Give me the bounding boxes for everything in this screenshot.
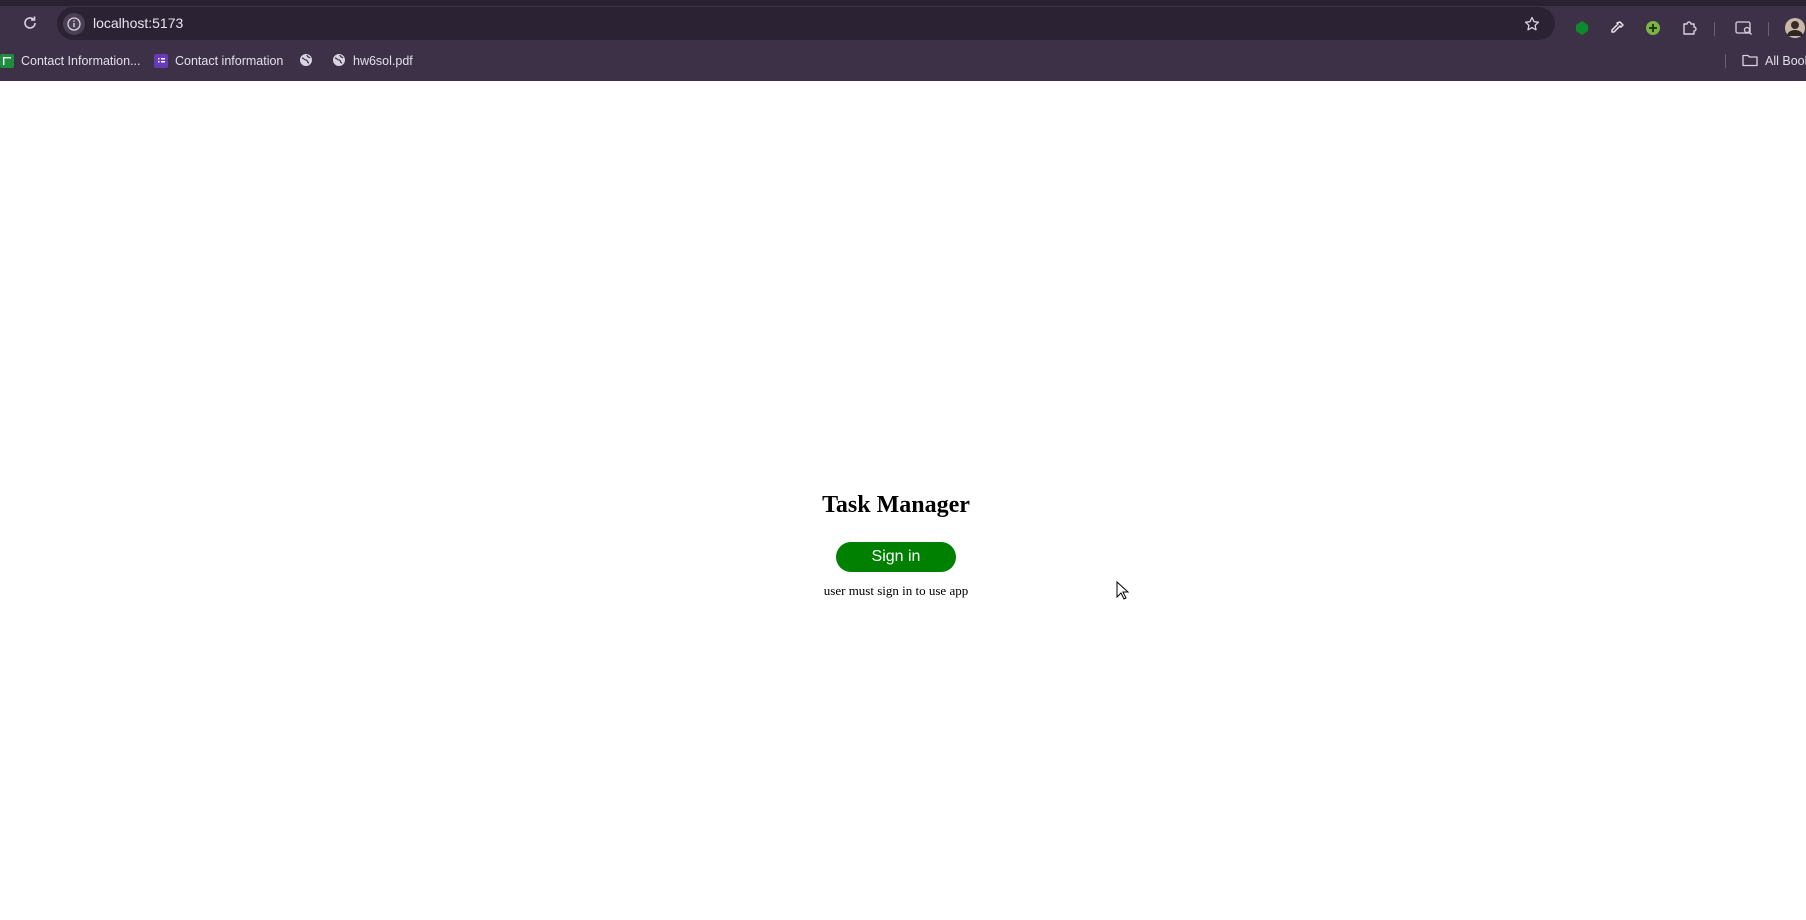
bookmark-label: Contact information — [175, 54, 284, 68]
bookmarks-bar: Contact Information... Contact informati… — [0, 46, 1806, 76]
reload-icon[interactable] — [18, 11, 42, 35]
globe-icon — [299, 53, 313, 70]
sheets-icon — [0, 54, 14, 68]
page-title: Task Manager — [822, 492, 970, 518]
bookmarks-divider — [1725, 54, 1726, 68]
bookmark-globe[interactable] — [299, 50, 313, 72]
bookmark-label: hw6sol.pdf — [353, 54, 413, 68]
bookmark-contact-information-sheet[interactable]: Contact Information... — [0, 50, 141, 72]
profile-avatar[interactable] — [1784, 17, 1806, 39]
sign-in-button[interactable]: Sign in — [836, 542, 956, 572]
site-info-icon[interactable] — [63, 13, 85, 35]
forms-icon — [154, 54, 168, 68]
bookmark-contact-information-form[interactable]: Contact information — [154, 50, 283, 72]
add-extension-icon[interactable] — [1642, 17, 1664, 39]
address-bar[interactable]: localhost:5173 — [57, 7, 1555, 40]
extension-green-icon[interactable] — [1571, 17, 1593, 39]
eyedropper-icon[interactable] — [1606, 17, 1628, 39]
tab-search-icon[interactable] — [1733, 17, 1755, 39]
toolbar-divider — [1714, 22, 1715, 36]
bookmark-hw6sol[interactable]: hw6sol.pdf — [332, 50, 413, 72]
browser-chrome: localhost:5173 Contact Information... Co… — [0, 0, 1806, 81]
sign-in-hint: user must sign in to use app — [823, 583, 969, 598]
url-text[interactable]: localhost:5173 — [93, 15, 183, 31]
toolbar-divider — [1768, 22, 1769, 36]
all-bookmarks-label: All Bool — [1765, 54, 1806, 68]
bookmark-star-icon[interactable] — [1521, 13, 1543, 35]
extensions-puzzle-icon[interactable] — [1678, 17, 1700, 39]
browser-toolbar: localhost:5173 — [0, 6, 1806, 42]
folder-icon — [1742, 53, 1758, 70]
bookmark-label: Contact Information... — [21, 54, 141, 68]
page-content: Task Manager Sign in user must sign in t… — [0, 81, 1806, 920]
all-bookmarks-folder[interactable]: All Bool — [1742, 50, 1806, 72]
mouse-cursor-icon — [1116, 581, 1130, 600]
globe-icon — [332, 53, 346, 70]
